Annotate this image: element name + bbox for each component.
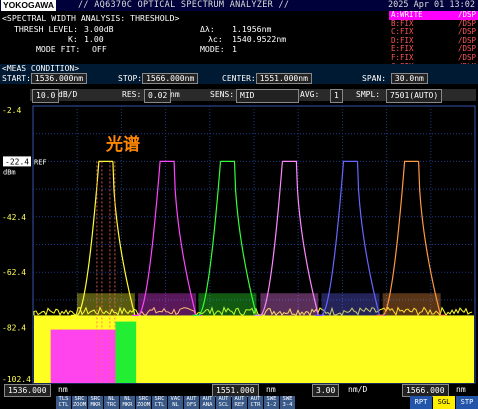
noise-block-green	[115, 321, 137, 383]
analysis-header: <SPECTRAL WIDTH ANALYSIS: THRESHOLD>	[2, 13, 180, 23]
center-value[interactable]: 1551.000nm	[255, 73, 312, 84]
y-tick-label: -82.4	[2, 324, 26, 333]
y-tick-label: -62.4	[2, 268, 26, 277]
avg-value[interactable]: 1	[330, 89, 343, 103]
res-label: RES:	[122, 90, 142, 99]
mode-fit-value: OFF	[92, 44, 107, 54]
spectrum-skirt-3	[198, 293, 257, 316]
y-tick-label: -2.4	[2, 106, 21, 115]
mode-label: MODE:	[200, 44, 225, 54]
softkey-rpt[interactable]: RPT	[410, 396, 432, 409]
stop-value[interactable]: 1566.000nm	[142, 73, 199, 84]
mode-fit-label: MODE FIT:	[36, 44, 81, 54]
softkey-14[interactable]: SWE 3-4	[280, 396, 295, 409]
bottom-scale-bar: 1536.000 nm 1551.000 nm 3.00 nm/D 1566.0…	[0, 384, 478, 397]
softkey-0[interactable]: TLS CTL	[56, 396, 71, 409]
yokogawa-logo: YOKOGAWA	[1, 0, 57, 11]
sens-value[interactable]: MID	[236, 89, 299, 103]
res-unit: nm	[170, 90, 180, 99]
k-value: 1.00	[84, 34, 104, 44]
spectrum-skirt-2	[138, 293, 197, 316]
y-unit: dBm	[3, 168, 16, 176]
softkey-11[interactable]: AUT REF	[232, 396, 247, 409]
softkey-3[interactable]: NL TRC	[104, 396, 119, 409]
bottom-start-value[interactable]: 1536.000	[4, 384, 51, 397]
softkey-12[interactable]: AUT CTR	[248, 396, 263, 409]
spectrum-skirt-5	[321, 293, 380, 316]
softkey-6[interactable]: SRC CTL	[152, 396, 167, 409]
sens-label: SENS:	[210, 90, 235, 99]
softkey-1[interactable]: SRC ZOOM	[72, 396, 87, 409]
ref-label: REF	[34, 158, 47, 166]
softkey-8[interactable]: AUT OFS	[184, 396, 199, 409]
res-value[interactable]: 0.02	[144, 89, 172, 103]
softkey-9[interactable]: AUT ANA	[200, 396, 215, 409]
k-label: K:	[68, 34, 78, 44]
scale-unit: dB/D	[58, 90, 78, 99]
softkey-13[interactable]: SWE 1-2	[264, 396, 279, 409]
smpl-value[interactable]: 7501(AUTO)	[386, 89, 443, 103]
y-tick-label: -102.4	[2, 375, 31, 384]
start-label: START:	[2, 74, 31, 83]
softkey-bar: TLS CTL SRC ZOOM SRC MKR NL TRC NL MKR SRC ZO…	[56, 396, 478, 409]
y-tick-label: -42.4	[2, 213, 26, 222]
params-bar: 10.0 dB/D RES: 0.02 nm SENS: MID AVG: 1 …	[30, 89, 476, 103]
thresh-label: THRESH LEVEL:	[14, 24, 79, 34]
softkey-5[interactable]: SRC ZOOM	[136, 396, 151, 409]
softkey-spacer	[296, 396, 409, 409]
spectrum-skirt-1	[76, 293, 135, 316]
spectrum-skirt-6	[382, 293, 441, 316]
bottom-center-unit: nm	[266, 385, 276, 394]
mode-value: 1	[232, 44, 237, 54]
thresh-value: 3.00dB	[84, 24, 114, 34]
span-label: SPAN:	[362, 74, 387, 83]
delta-lambda-label: Δλ:	[200, 24, 215, 34]
smpl-label: SMPL:	[356, 90, 381, 99]
meas-condition-bar: <MEAS CONDITION> START: 1536.000nm STOP: 1…	[0, 64, 478, 84]
scale-value[interactable]: 10.0	[32, 89, 60, 103]
trace-table: A:WRITE/DSP B:FIX/DSP C:FIX/DSP D:FIX/DSP E:…	[389, 10, 478, 70]
instrument-title: // AQ6370C OPTICAL SPECTRUM ANALYZER //	[78, 0, 290, 10]
bottom-stop-unit: nm	[456, 385, 466, 394]
noise-block-magenta	[50, 329, 116, 383]
softkey-7[interactable]: VAC NL	[168, 396, 183, 409]
spectrum-plot[interactable]: -2.4-22.4-42.4-62.4-82.4-102.4-22.4REFdB…	[0, 103, 478, 385]
spectrum-svg[interactable]: -2.4-22.4-42.4-62.4-82.4-102.4-22.4REFdB…	[0, 103, 478, 385]
delta-lambda-value: 1.1956nm	[232, 24, 272, 34]
softkey-sgl[interactable]: SGL	[433, 396, 455, 409]
bottom-start-unit: nm	[58, 385, 68, 394]
bottom-perdiv-unit: nm/D	[348, 385, 368, 394]
analysis-panel: <SPECTRAL WIDTH ANALYSIS: THRESHOLD> THR…	[0, 11, 387, 61]
annotation-label: 光谱	[105, 134, 140, 155]
ref-marker-value: -22.4	[5, 157, 29, 166]
avg-label: AVG:	[300, 90, 320, 99]
stop-label: STOP:	[118, 74, 143, 83]
span-value[interactable]: 30.0nm	[390, 73, 428, 84]
center-label: CENTER:	[222, 74, 256, 83]
start-value[interactable]: 1536.000nm	[30, 73, 88, 84]
lambda-c-label: λc:	[208, 34, 223, 44]
softkey-10[interactable]: AUT SCL	[216, 396, 231, 409]
softkey-2[interactable]: SRC MKR	[88, 396, 103, 409]
softkey-stp[interactable]: STP	[456, 396, 478, 409]
spectrum-skirt-4	[260, 293, 319, 316]
softkey-4[interactable]: NL MKR	[120, 396, 135, 409]
lambda-c-value: 1540.9522nm	[232, 34, 287, 44]
